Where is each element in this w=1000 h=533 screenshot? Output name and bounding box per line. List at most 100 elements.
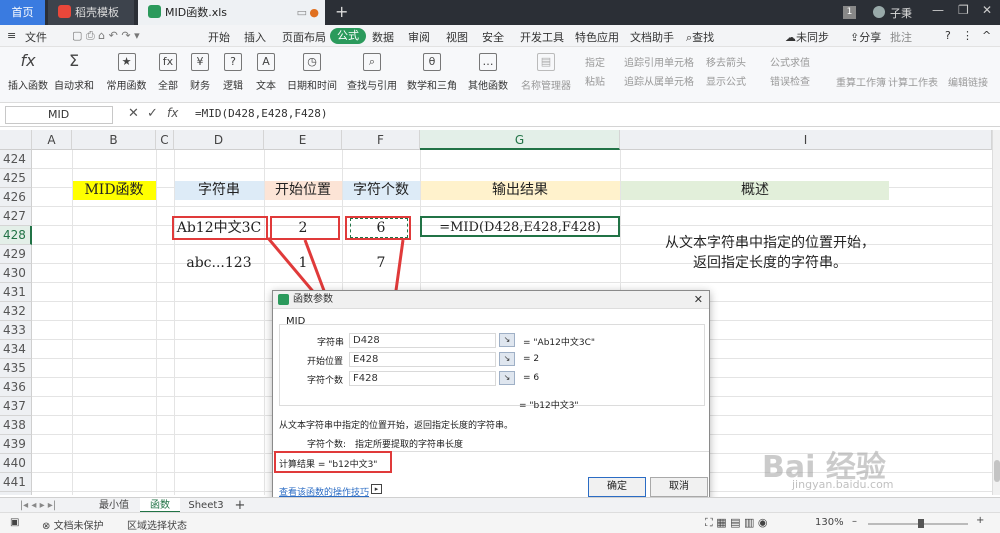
minimize-icon[interactable]: — xyxy=(932,3,944,17)
fx-bar-icon[interactable]: fx xyxy=(167,106,178,120)
fx-icon: fx xyxy=(20,51,36,70)
vertical-scrollbar[interactable] xyxy=(992,130,1000,495)
cancel-button[interactable]: 取消 xyxy=(650,477,708,497)
collapse-ribbon-icon[interactable]: ^ xyxy=(982,29,991,42)
remove-arrows-button[interactable]: 移去箭头 xyxy=(706,54,746,69)
scroll-thumb[interactable] xyxy=(994,460,1000,482)
cancel-icon[interactable]: ✕ xyxy=(128,106,139,121)
tab-home[interactable]: 首页 xyxy=(0,0,45,25)
region-status: 区域选择状态 xyxy=(127,521,187,532)
docer-icon xyxy=(58,5,71,18)
arg1-ref-button[interactable]: ↘ xyxy=(499,333,515,347)
comment-button[interactable]: 批注 xyxy=(890,29,912,45)
protect-status[interactable]: ⊗ 文档未保护 xyxy=(42,517,104,532)
menu-data[interactable]: 数据 xyxy=(372,29,394,45)
menu-review[interactable]: 审阅 xyxy=(408,29,430,45)
sheet-tab-function[interactable]: 函数 xyxy=(140,498,180,513)
confirm-icon[interactable]: ✓ xyxy=(147,106,158,121)
zoom-out-icon[interactable]: – xyxy=(852,516,857,527)
view-mode-icons[interactable]: ⛶ ▦ ▤ ▥ ◉ xyxy=(705,516,767,530)
new-tab-button[interactable]: + xyxy=(335,2,348,21)
edit-links-button[interactable]: 编辑链接 xyxy=(948,74,988,89)
lookup-button[interactable]: ⌕ 查找与引用 xyxy=(344,53,400,92)
share-icon: ⇪ xyxy=(850,31,860,44)
menu-page-layout[interactable]: 页面布局 xyxy=(282,29,326,45)
arg2-label: 开始位置 xyxy=(307,357,344,367)
zoom-slider-thumb[interactable] xyxy=(918,519,924,528)
insert-function-button[interactable]: fx 插入函数 xyxy=(8,51,48,93)
menu-insert[interactable]: 插入 xyxy=(244,29,266,45)
datetime-button[interactable]: ◷ 日期和时间 xyxy=(286,53,338,92)
menu-assistant[interactable]: 文档助手 xyxy=(630,29,674,45)
close-icon[interactable]: ✕ xyxy=(982,3,992,17)
sheet-nav-arrows[interactable]: |◂ ◂ ▸ ▸| xyxy=(8,498,68,513)
zoom-level[interactable]: 130% xyxy=(815,517,844,528)
name-box[interactable]: MID xyxy=(5,106,113,124)
monitor-icon[interactable]: ▭ xyxy=(297,0,307,25)
tab-template-label: 稻壳模板 xyxy=(75,6,119,19)
ellipsis-icon: … xyxy=(479,53,497,71)
all-functions-button[interactable]: fx 全部 xyxy=(154,53,182,92)
hamburger-icon[interactable]: ≡ xyxy=(7,29,16,42)
page-count-badge[interactable]: 1 xyxy=(843,6,856,19)
more-icon[interactable]: ⋮ xyxy=(962,29,973,42)
tab-file-label: MID函数.xls xyxy=(165,6,227,19)
logic-button[interactable]: ? 逻辑 xyxy=(219,53,247,92)
menu-search[interactable]: ⌕查找 xyxy=(686,29,714,45)
menu-file[interactable]: 文件 xyxy=(25,29,47,45)
restore-icon[interactable]: ❐ xyxy=(958,3,969,17)
help-icon[interactable]: ? xyxy=(945,29,951,42)
menu-formula[interactable]: 公式 xyxy=(330,28,366,44)
math-button[interactable]: θ 数学和三角 xyxy=(404,53,460,92)
calc-result: 计算结果 = "b12中文3" xyxy=(279,460,378,470)
total-result: = "b12中文3" xyxy=(519,401,579,411)
video-icon[interactable]: ▸ xyxy=(371,484,382,494)
finance-button[interactable]: ¥ 财务 xyxy=(186,53,214,92)
name-manager-button[interactable]: ▤ 名称管理器 xyxy=(521,53,571,92)
menu-features[interactable]: 特色应用 xyxy=(575,29,619,45)
formula-input[interactable]: =MID(D428,E428,F428) xyxy=(195,107,327,120)
autosum-button[interactable]: Σ 自动求和 xyxy=(53,53,95,93)
arg3-input[interactable]: F428 xyxy=(349,371,496,386)
menu-start[interactable]: 开始 xyxy=(208,29,230,45)
math-label: 数学和三角 xyxy=(407,81,457,92)
menu-developer[interactable]: 开发工具 xyxy=(520,29,564,45)
sync-status[interactable]: ☁未同步 xyxy=(785,29,829,45)
quick-access-icons[interactable]: ▢ ⎙ ⌂ ↶ ↷ ▾ xyxy=(72,29,140,43)
paste-name-button[interactable]: 粘贴 xyxy=(585,73,605,88)
avatar[interactable] xyxy=(873,6,885,18)
other-functions-label: 其他函数 xyxy=(468,81,508,92)
tab-template[interactable]: 稻壳模板 xyxy=(48,0,134,25)
add-sheet-button[interactable]: + xyxy=(232,498,248,513)
ok-button[interactable]: 确定 xyxy=(588,477,646,497)
sheet-tab-sheet3[interactable]: Sheet3 xyxy=(184,498,228,513)
trace-precedents-button[interactable]: 追踪引用单元格 xyxy=(624,54,694,69)
other-functions-button[interactable]: … 其他函数 xyxy=(464,53,512,92)
trace-dependents-button[interactable]: 追踪从属单元格 xyxy=(624,73,694,88)
menu-security[interactable]: 安全 xyxy=(482,29,504,45)
lookup-label: 查找与引用 xyxy=(347,81,397,92)
sheet-tab-min[interactable]: 最小值 xyxy=(90,498,138,513)
arg2-ref-button[interactable]: ↘ xyxy=(499,352,515,366)
show-formula-button[interactable]: 显示公式 xyxy=(706,73,746,88)
arg3-label: 字符个数 xyxy=(307,376,344,386)
common-functions-button[interactable]: ★ 常用函数 xyxy=(104,53,149,92)
text-button[interactable]: A 文本 xyxy=(252,53,280,92)
zoom-in-icon[interactable]: + xyxy=(976,515,984,526)
yen-icon: ¥ xyxy=(191,53,209,71)
user-name[interactable]: 子秉 xyxy=(890,5,912,21)
share-button[interactable]: ⇪分享 xyxy=(850,29,881,45)
macro-record-icon[interactable]: ▣ xyxy=(10,517,19,528)
arg3-ref-button[interactable]: ↘ xyxy=(499,371,515,385)
error-check-button[interactable]: 错误检查 xyxy=(770,73,810,88)
menu-view[interactable]: 视图 xyxy=(446,29,468,45)
protect-label: 文档未保护 xyxy=(53,521,104,532)
tab-file[interactable]: MID函数.xls ▭ ● xyxy=(138,0,325,25)
arg1-input[interactable]: D428 xyxy=(349,333,496,348)
evaluate-formula-button[interactable]: 公式求值 xyxy=(770,54,810,69)
recalc-workbook-button[interactable]: 重算工作簿 xyxy=(836,74,886,89)
specify-button[interactable]: 指定 xyxy=(585,54,605,69)
dialog-close-icon[interactable]: ✕ xyxy=(694,291,703,309)
arg2-input[interactable]: E428 xyxy=(349,352,496,367)
calc-sheet-button[interactable]: 计算工作表 xyxy=(888,74,938,89)
